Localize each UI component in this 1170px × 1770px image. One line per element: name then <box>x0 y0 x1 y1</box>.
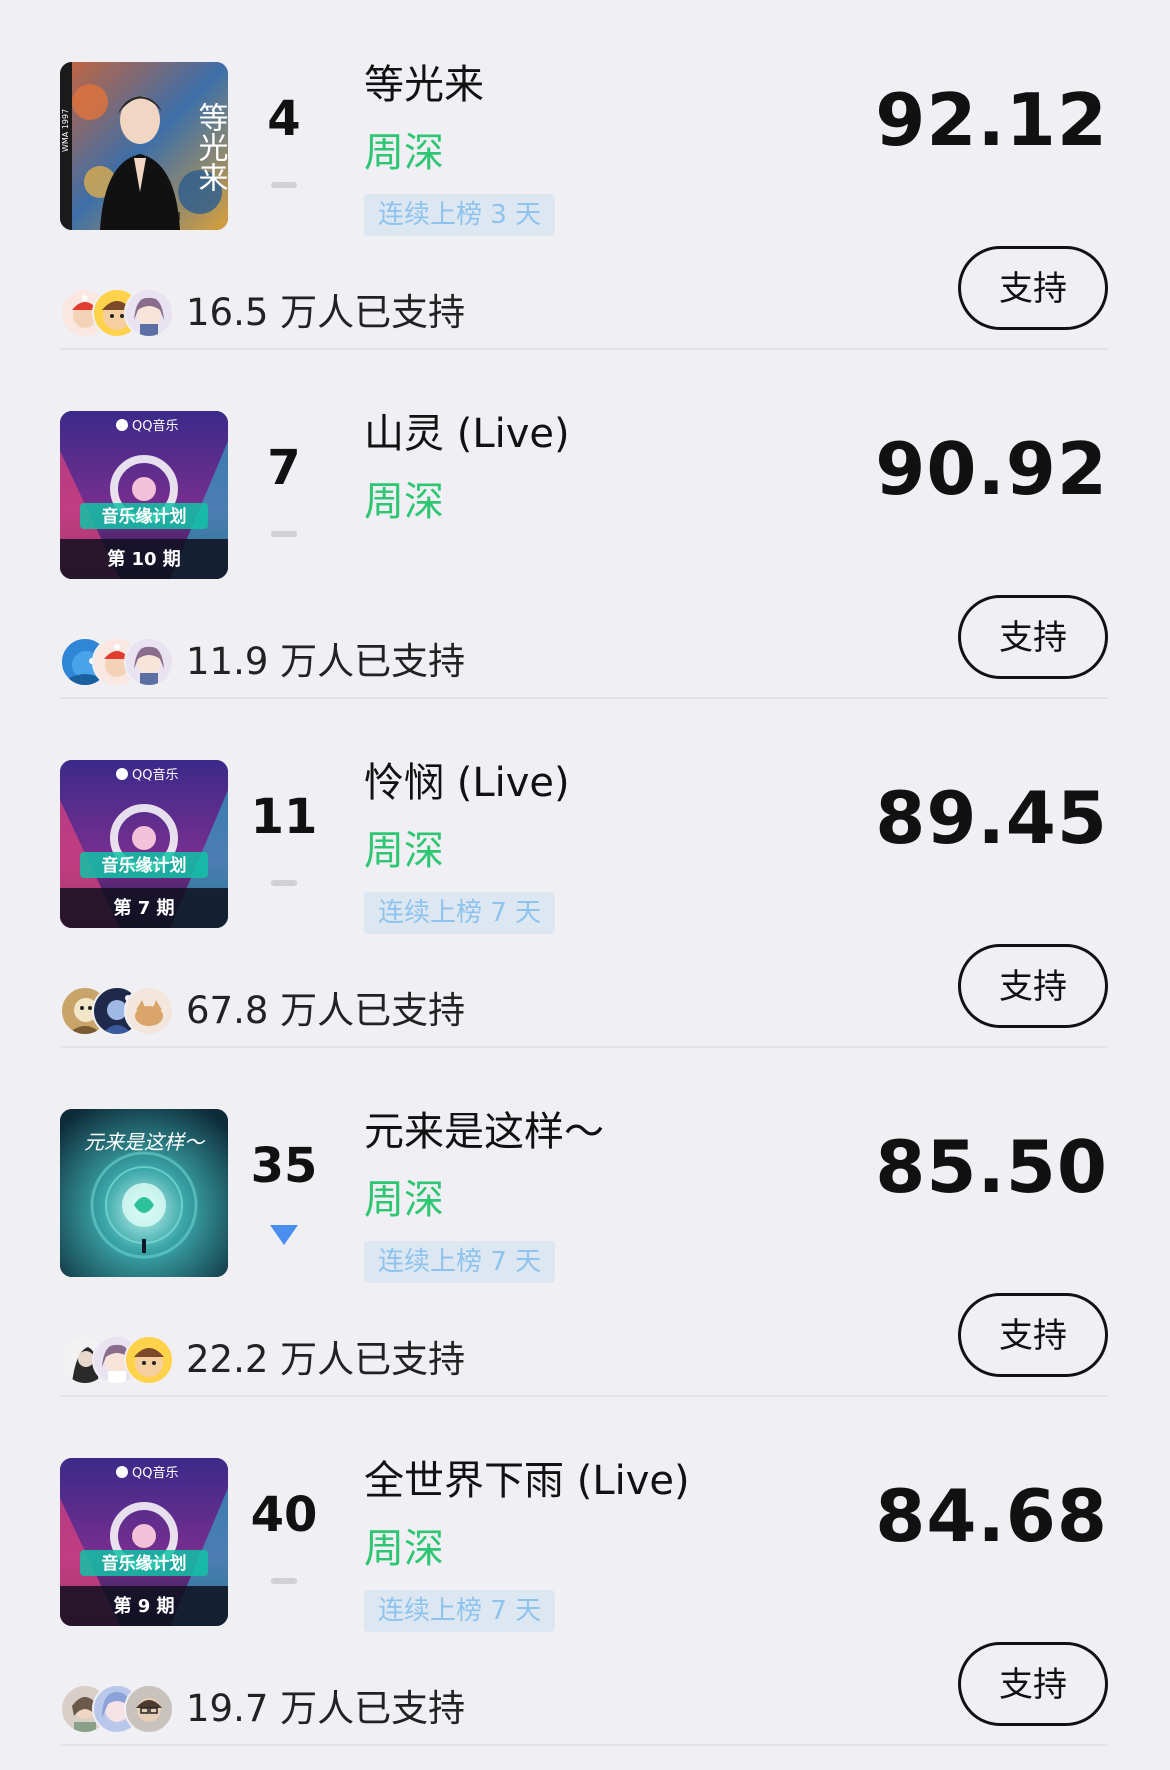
avatar <box>124 986 174 1036</box>
album-cover[interactable]: 音乐缘计划 第 10 期 QQ音乐 <box>60 411 228 579</box>
score: 92.12 <box>875 78 1108 162</box>
supporters-count: 11.9 万人已支持 <box>186 640 466 683</box>
support-button[interactable]: 支持 <box>958 246 1108 330</box>
rank-trend <box>228 172 340 202</box>
album-cover[interactable]: 音乐缘计划 第 7 期 QQ音乐 <box>60 760 228 928</box>
avatar <box>124 1684 174 1734</box>
supporter-avatars <box>60 986 174 1036</box>
album-cover[interactable]: 元来是这样～ <box>60 1109 228 1277</box>
avatar <box>124 288 174 338</box>
support-button[interactable]: 支持 <box>958 1642 1108 1726</box>
cover-brand-text: QQ音乐 <box>132 767 178 783</box>
artist-name[interactable]: 周深 <box>364 128 444 178</box>
cover-brand-text: QQ音乐 <box>132 1465 178 1481</box>
trend-flat-icon <box>271 880 297 886</box>
supporters-count: 19.7 万人已支持 <box>186 1687 466 1730</box>
supporter-avatars <box>60 1684 174 1734</box>
cover-brand-text: QQ音乐 <box>132 418 178 434</box>
rank-number: 35 <box>250 1138 318 1194</box>
supporters-count: 16.5 万人已支持 <box>186 291 466 334</box>
avatar <box>124 1335 174 1385</box>
divider <box>60 1744 1108 1746</box>
supporters-count: 22.2 万人已支持 <box>186 1338 466 1381</box>
avatar <box>124 637 174 687</box>
album-cover-show-icon: 音乐缘计划 第 10 期 QQ音乐 <box>60 411 228 579</box>
rank-number: 4 <box>267 91 301 147</box>
artist-name[interactable]: 周深 <box>364 1524 444 1574</box>
score: 84.68 <box>875 1474 1108 1558</box>
cover-side-text: WMA 1997 <box>61 109 70 152</box>
list-item[interactable]: 元来是这样～ 35 元来是这样～ 周深 连续上榜 7 天 85.50 22.2 … <box>60 1047 1108 1397</box>
list-item[interactable]: 等光来 WMA 1997 4 等光来 周深 连续上榜 3 天 92.12 16.… <box>60 0 1108 350</box>
streak-badge: 连续上榜 7 天 <box>364 1590 556 1632</box>
song-title[interactable]: 山灵 (Live) <box>364 409 570 459</box>
song-title[interactable]: 怜悯 (Live) <box>364 758 570 808</box>
rank-trend <box>228 521 340 551</box>
rank-number: 7 <box>267 440 301 496</box>
cover-title-text: 等光来 <box>193 102 229 192</box>
song-title[interactable]: 元来是这样～ <box>364 1107 604 1157</box>
streak-badge: 连续上榜 7 天 <box>364 892 556 934</box>
trend-flat-icon <box>271 182 297 188</box>
score: 89.45 <box>875 776 1108 860</box>
supporter-avatars <box>60 1335 174 1385</box>
score: 90.92 <box>875 427 1108 511</box>
supporter-avatars <box>60 288 174 338</box>
album-cover[interactable]: 音乐缘计划 第 9 期 QQ音乐 <box>60 1458 228 1626</box>
album-cover-portrait-icon: 等光来 WMA 1997 <box>60 62 228 230</box>
support-button[interactable]: 支持 <box>958 944 1108 1028</box>
rank-trend <box>228 870 340 900</box>
artist-name[interactable]: 周深 <box>364 1175 444 1225</box>
rank-number: 40 <box>250 1487 318 1543</box>
rank-down-icon <box>270 1225 298 1245</box>
trend-flat-icon <box>271 531 297 537</box>
song-title[interactable]: 等光来 <box>364 60 484 110</box>
list-item[interactable]: 音乐缘计划 第 7 期 QQ音乐 11 怜悯 (Live) 周深 连续上榜 7 … <box>60 698 1108 1048</box>
support-button[interactable]: 支持 <box>958 1293 1108 1377</box>
rank-trend <box>228 1219 340 1249</box>
album-cover[interactable]: 等光来 WMA 1997 <box>60 62 228 230</box>
cover-episode-text: 第 10 期 <box>107 548 181 570</box>
list-item[interactable]: 音乐缘计划 第 10 期 QQ音乐 7 山灵 (Live) 周深 90.92 1… <box>60 349 1108 699</box>
album-cover-show-icon: 音乐缘计划 第 9 期 QQ音乐 <box>60 1458 228 1626</box>
cover-show-text: 音乐缘计划 <box>102 1553 187 1574</box>
cover-title-text: 元来是这样～ <box>84 1130 206 1154</box>
cover-show-text: 音乐缘计划 <box>102 506 187 527</box>
rank-number: 11 <box>250 789 318 845</box>
streak-badge: 连续上榜 3 天 <box>364 194 556 236</box>
score: 85.50 <box>875 1125 1108 1209</box>
album-cover-show-icon: 音乐缘计划 第 7 期 QQ音乐 <box>60 760 228 928</box>
supporters-count: 67.8 万人已支持 <box>186 989 466 1032</box>
rank-trend <box>228 1568 340 1598</box>
support-button[interactable]: 支持 <box>958 595 1108 679</box>
streak-badge: 连续上榜 7 天 <box>364 1241 556 1283</box>
trend-flat-icon <box>271 1578 297 1584</box>
artist-name[interactable]: 周深 <box>364 477 444 527</box>
cover-show-text: 音乐缘计划 <box>102 855 187 876</box>
album-cover-scifi-icon: 元来是这样～ <box>60 1109 228 1277</box>
artist-name[interactable]: 周深 <box>364 826 444 876</box>
list-item[interactable]: 音乐缘计划 第 9 期 QQ音乐 40 全世界下雨 (Live) 周深 连续上榜… <box>60 1396 1108 1746</box>
cover-episode-text: 第 7 期 <box>113 897 174 919</box>
cover-episode-text: 第 9 期 <box>113 1595 174 1617</box>
supporter-avatars <box>60 637 174 687</box>
song-title[interactable]: 全世界下雨 (Live) <box>364 1456 690 1506</box>
